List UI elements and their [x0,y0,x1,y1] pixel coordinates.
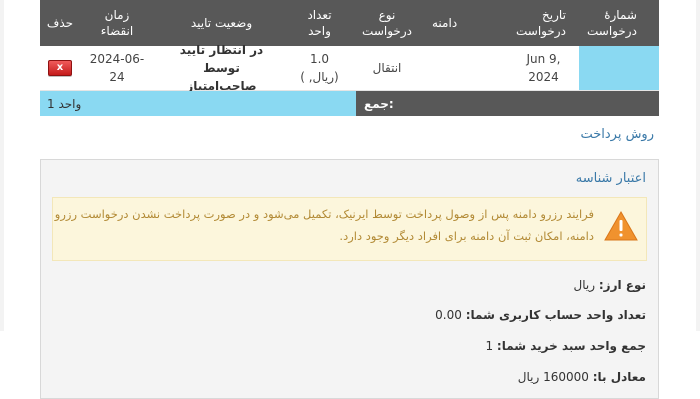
header-domain-label: دامنه [432,16,458,30]
cell-expiry-value: 2024-06-24 [89,52,145,84]
delete-button[interactable]: x [48,60,72,76]
header-status: وضعیت تایید [154,0,289,46]
header-type: نوع درخواست [350,0,424,46]
cart-units-field: جمع واحد سبد خرید شما: 1 [485,339,646,353]
right-edge [696,0,700,331]
currency-label: نوع ارز: [598,278,646,292]
equivalent-value: 160000 ریال [517,370,589,384]
page: شمارهٔ درخواست تاریخ درخواست دامنه نوع درخو… [0,0,700,399]
warning-icon [604,211,638,241]
header-date: تاریخ درخواست [508,0,579,46]
cell-date: Jun 9, 2024 [508,46,579,90]
header-date-line2: درخواست [516,24,566,38]
equivalent-field: معادل با: 160000 ریال [518,370,646,384]
currency-field: نوع ارز: ریال [574,278,646,292]
credit-panel: اعتبار شناسه فرایند رزرو دامنه پس از وصو… [40,159,659,399]
cart-units-label: جمع واحد سبد خرید شما: [496,339,646,353]
header-order: شمارهٔ درخواست [579,0,659,46]
cell-units-line1: 1.0 [309,52,330,66]
alert-line-1: فرایند رزرو دامنه پس از وصول پرداخت توسط… [54,207,594,221]
cell-units-line2: (ریال, ) [300,70,339,84]
close-icon: x [56,62,64,73]
cell-type: انتقال [350,46,424,90]
total-value: 1 واحد [40,91,356,116]
header-units-line2: واحد [308,24,331,38]
header-expiry-label: زمان انقضاء [100,8,134,38]
header-domain: دامنه [424,0,508,46]
alert-line-2: دامنه، امکان ثبت آن دامنه برای افراد دیگ… [339,229,594,243]
cell-type-value: انتقال [372,61,402,75]
cell-date-line1: Jun 9, [526,52,561,66]
cell-status-line1: در انتظار تایید توسط [179,43,264,75]
header-order-line2: درخواست [587,24,637,38]
table-row: Jun 9, 2024 انتقال 1.0 (ریال, ) در انتظار … [40,43,659,93]
cart-table: شمارهٔ درخواست تاریخ درخواست دامنه نوع درخو… [40,0,659,116]
header-delete-label: حذف [46,16,74,30]
account-units-label: تعداد واحد حساب کاربری شما: [465,308,646,322]
cell-domain [424,46,508,90]
account-units-value: 0.00 [435,308,462,322]
cell-status: در انتظار تایید توسط صاحب‌امتیاز [154,43,289,93]
header-type-line1: نوع [378,8,396,22]
left-edge [0,0,4,331]
cell-order [579,46,659,90]
account-units-field: تعداد واحد حساب کاربری شما: 0.00 [435,308,646,322]
cell-expiry: 2024-06-24 [80,46,154,90]
header-delete: حذف [40,0,80,46]
warning-alert: فرایند رزرو دامنه پس از وصول پرداخت توسط… [52,197,647,261]
table-header: شمارهٔ درخواست تاریخ درخواست دامنه نوع درخو… [40,0,659,46]
cell-units: 1.0 (ریال, ) [289,46,350,90]
header-expiry: زمان انقضاء [80,0,154,46]
alert-text: فرایند رزرو دامنه پس از وصول پرداخت توسط… [54,198,594,247]
table-footer: جمع: 1 واحد [40,91,659,116]
header-date-line1: تاریخ [542,8,566,22]
cart-units-value: 1 [485,339,494,353]
equivalent-label: معادل با: [592,370,646,384]
payment-method-link[interactable]: روش پرداخت [580,127,654,142]
header-units-line1: تعداد [307,8,332,22]
header-type-line2: درخواست [362,24,412,38]
currency-value: ریال [573,278,596,292]
panel-title: اعتبار شناسه [575,171,646,186]
header-status-label: وضعیت تایید [190,16,253,30]
cell-date-line2: 2024 [528,70,559,84]
total-label: جمع: [356,91,659,116]
header-units: تعداد واحد [289,0,350,46]
cell-delete: x [40,46,80,90]
header-order-line1: شمارهٔ [604,8,637,22]
